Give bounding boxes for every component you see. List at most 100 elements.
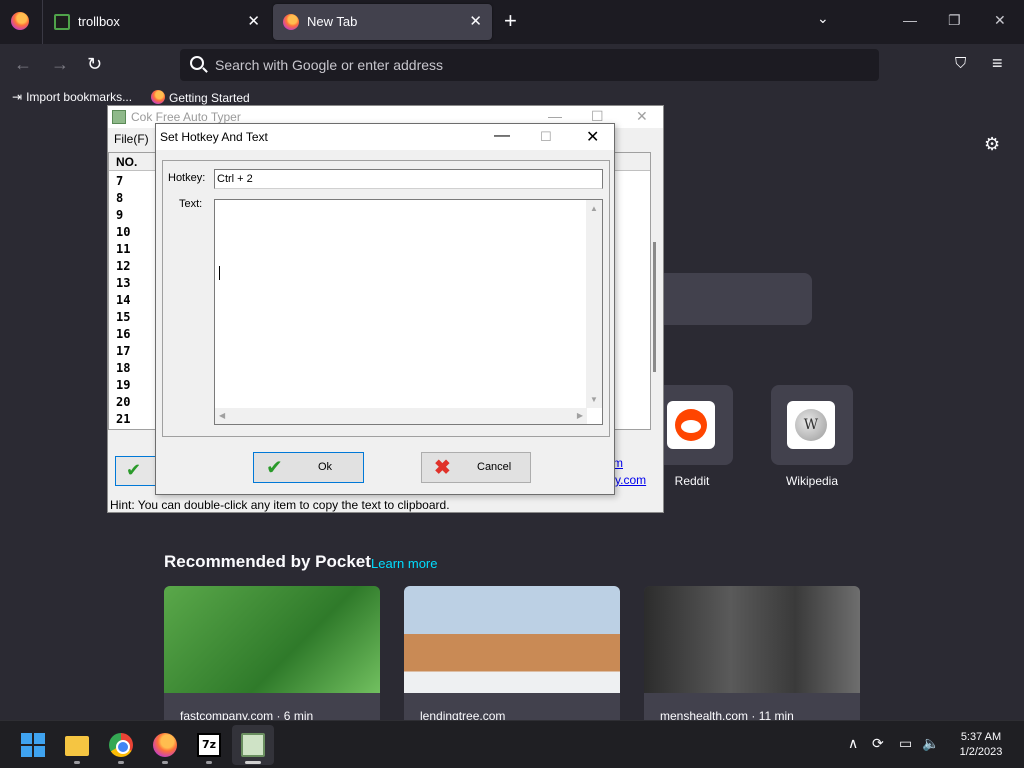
checkmark-icon: ✔ <box>126 460 142 480</box>
tab-separator <box>42 0 43 44</box>
dialog-titlebar[interactable]: Set Hotkey And Text — ☐ ✕ <box>156 124 614 150</box>
list-item[interactable]: 7 <box>116 174 123 188</box>
bookmark-label: Getting Started <box>169 91 250 105</box>
pocket-card-source: lendingtree.com <box>420 709 506 720</box>
network-icon[interactable]: ▭ <box>899 735 912 752</box>
close-tab-icon[interactable]: ✕ <box>469 12 482 30</box>
clock[interactable]: 5:37 AM 1/2/2023 <box>950 730 1012 760</box>
list-item[interactable]: 8 <box>116 191 123 205</box>
gear-icon[interactable]: ⚙ <box>984 134 1000 155</box>
list-scrollbar[interactable] <box>651 152 663 430</box>
tab-title: New Tab <box>307 14 358 29</box>
hotkey-input[interactable] <box>214 169 603 189</box>
red-x-icon: ✖ <box>434 457 451 479</box>
running-indicator <box>206 761 212 764</box>
new-tab-plus-icon[interactable]: + <box>504 10 517 32</box>
list-item[interactable]: 9 <box>116 208 123 222</box>
minimize-icon[interactable]: — <box>903 12 917 28</box>
bookmark-getting-started[interactable]: Getting Started <box>151 90 250 105</box>
scroll-down-arrow-icon[interactable]: ▼ <box>590 395 598 404</box>
wikipedia-icon: W <box>787 401 835 449</box>
hotkey-label: Hotkey: <box>168 172 206 184</box>
file-explorer-icon[interactable] <box>65 736 89 756</box>
windows-start-icon[interactable] <box>21 733 45 757</box>
firefox-favicon-icon <box>283 14 299 30</box>
close-window-icon[interactable]: ✕ <box>636 108 648 125</box>
reload-icon[interactable]: ↻ <box>87 54 102 75</box>
list-item[interactable]: 15 <box>116 310 130 324</box>
address-bar[interactable]: Search with Google or enter address <box>180 49 879 81</box>
firefox-favicon-icon <box>151 90 165 104</box>
pocket-card[interactable]: menshealth.com · 11 min <box>644 586 860 720</box>
minimize-icon[interactable]: — <box>548 108 562 124</box>
list-item[interactable]: 18 <box>116 361 130 375</box>
enable-button[interactable]: ✔ <box>115 456 159 486</box>
text-label: Text: <box>179 198 203 210</box>
text-input-area[interactable]: ▲ ▼ ◀ ▶ <box>214 199 603 425</box>
scroll-up-arrow-icon[interactable]: ▲ <box>590 204 598 213</box>
auto-typer-app-icon <box>112 110 126 124</box>
tab-bar: trollbox ✕ New Tab ✕ + ⌄ — ❐ ✕ <box>0 0 1024 44</box>
close-tab-icon[interactable]: ✕ <box>247 12 260 30</box>
list-item[interactable]: 20 <box>116 395 130 409</box>
list-item[interactable]: 14 <box>116 293 130 307</box>
hamburger-menu-icon[interactable]: ≡ <box>992 53 1003 74</box>
back-arrow-icon[interactable]: ← <box>14 54 32 75</box>
chrome-icon[interactable] <box>109 733 133 757</box>
trollbox-favicon-icon <box>54 14 70 30</box>
close-dialog-icon[interactable]: ✕ <box>586 127 599 147</box>
sync-icon[interactable]: ⟳ <box>872 735 884 752</box>
shortcut-tile-wikipedia[interactable]: W <box>771 385 853 465</box>
pocket-learn-more-link[interactable]: Learn more <box>371 556 437 571</box>
bookmark-import[interactable]: ⇥ Import bookmarks... <box>12 90 132 104</box>
text-caret <box>219 266 220 280</box>
checkmark-icon: ✔ <box>266 457 283 479</box>
running-indicator <box>74 761 80 764</box>
pocket-card[interactable]: fastcompany.com · 6 min <box>164 586 380 720</box>
list-item[interactable]: 21 <box>116 412 130 426</box>
7zip-icon[interactable]: 7z <box>197 733 221 757</box>
clock-time: 5:37 AM <box>960 731 1002 743</box>
cancel-button[interactable]: ✖ Cancel <box>421 452 531 483</box>
import-icon: ⇥ <box>12 90 23 104</box>
website-link[interactable]: y.com <box>615 473 646 487</box>
list-item[interactable]: 13 <box>116 276 130 290</box>
ok-button[interactable]: ✔ Ok <box>253 452 364 483</box>
restore-icon[interactable]: ❐ <box>948 12 961 29</box>
scroll-left-arrow-icon[interactable]: ◀ <box>219 411 225 420</box>
tab-new-tab[interactable]: New Tab ✕ <box>273 4 492 40</box>
list-item[interactable]: 17 <box>116 344 130 358</box>
volume-icon[interactable]: 🔈 <box>922 735 939 752</box>
text-horizontal-scrollbar[interactable]: ◀ ▶ <box>215 408 587 424</box>
pocket-card-image <box>164 586 380 693</box>
firefox-menu-icon[interactable] <box>11 12 29 30</box>
list-item[interactable]: 10 <box>116 225 130 239</box>
list-item[interactable]: 19 <box>116 378 130 392</box>
list-item[interactable]: 12 <box>116 259 130 273</box>
running-indicator <box>162 761 168 764</box>
running-indicator <box>118 761 124 764</box>
firefox-icon[interactable] <box>153 733 177 757</box>
scroll-right-arrow-icon[interactable]: ▶ <box>577 411 583 420</box>
pocket-card-image <box>644 586 860 693</box>
pocket-save-icon[interactable]: ⛉ <box>955 55 966 72</box>
pocket-card[interactable]: lendingtree.com <box>404 586 620 720</box>
dialog-group-box: Hotkey: Text: ▲ ▼ ◀ ▶ <box>162 160 610 437</box>
window-title: Cok Free Auto Typer <box>131 110 241 124</box>
reddit-icon <box>667 401 715 449</box>
list-item[interactable]: 11 <box>116 242 130 256</box>
list-all-tabs-chevron-icon[interactable]: ⌄ <box>817 10 829 27</box>
menu-file[interactable]: File(F) <box>114 132 149 146</box>
bookmark-label: Import bookmarks... <box>26 90 133 104</box>
minimize-icon[interactable]: — <box>494 127 510 145</box>
forward-arrow-icon[interactable]: → <box>51 54 69 75</box>
maximize-icon: ☐ <box>540 129 552 144</box>
tab-trollbox[interactable]: trollbox ✕ <box>44 4 270 40</box>
address-placeholder: Search with Google or enter address <box>215 57 444 73</box>
text-vertical-scrollbar[interactable]: ▲ ▼ <box>586 200 602 408</box>
show-hidden-icons-chevron-icon[interactable]: ∧ <box>848 735 858 752</box>
close-window-icon[interactable]: ✕ <box>994 12 1006 29</box>
auto-typer-icon[interactable] <box>241 733 265 757</box>
list-item[interactable]: 16 <box>116 327 130 341</box>
clock-date: 1/2/2023 <box>959 746 1003 758</box>
